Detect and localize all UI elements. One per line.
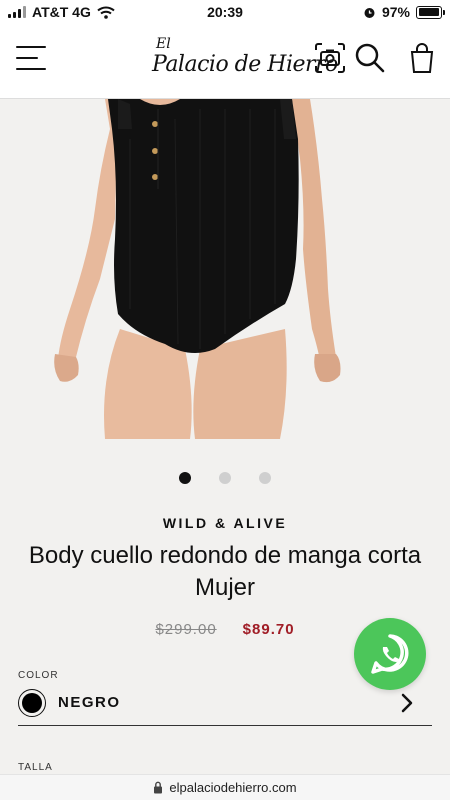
shopping-bag-icon [410, 43, 434, 73]
cart-button[interactable] [404, 40, 440, 76]
color-selector[interactable]: NEGRO [18, 684, 432, 726]
alarm-icon [364, 7, 375, 18]
selected-color: NEGRO [58, 694, 121, 711]
old-price: $299.00 [155, 621, 217, 638]
url-text: elpalaciodehierro.com [169, 780, 297, 795]
search-button[interactable] [352, 40, 388, 76]
menu-button[interactable] [16, 44, 50, 74]
status-right: 97% [363, 4, 445, 20]
lock-icon [154, 781, 163, 794]
color-swatch [18, 689, 46, 717]
product-brand[interactable]: WILD & ALIVE [0, 515, 450, 531]
menu-icon-line [16, 57, 38, 59]
site-header: El Palacio de Hierro [0, 24, 450, 99]
product-title: Body cuello redondo de manga corta Mujer [28, 542, 422, 601]
whatsapp-icon [371, 634, 409, 674]
menu-icon [16, 46, 46, 48]
battery-icon [416, 5, 445, 19]
logo-name: Palacio de Hierro [152, 52, 338, 77]
product-image[interactable] [0, 99, 450, 439]
carousel-dot[interactable] [179, 472, 191, 484]
menu-icon-line [16, 68, 46, 70]
search-icon [355, 43, 385, 73]
camera-search-button[interactable] [312, 40, 348, 76]
status-bar: AT&T 4G 20:39 97% [0, 0, 450, 24]
battery-percent: 97% [381, 4, 410, 20]
product-photo [54, 99, 341, 439]
sale-price: $89.70 [242, 621, 295, 638]
logo[interactable]: El Palacio de Hierro [150, 36, 338, 86]
color-swatch-fill [22, 693, 42, 713]
size-label: TALLA [18, 762, 53, 773]
camera-search-icon [315, 43, 345, 73]
color-label: COLOR [18, 670, 59, 681]
logo-prefix: El [156, 36, 171, 52]
carousel-dots [0, 472, 450, 484]
carousel-dot[interactable] [259, 472, 271, 484]
chevron-right-icon [401, 693, 413, 713]
whatsapp-button[interactable] [354, 618, 426, 690]
browser-url-bar[interactable]: elpalaciodehierro.com [0, 774, 450, 800]
battery-fill [418, 8, 439, 16]
carousel-dot[interactable] [219, 472, 231, 484]
